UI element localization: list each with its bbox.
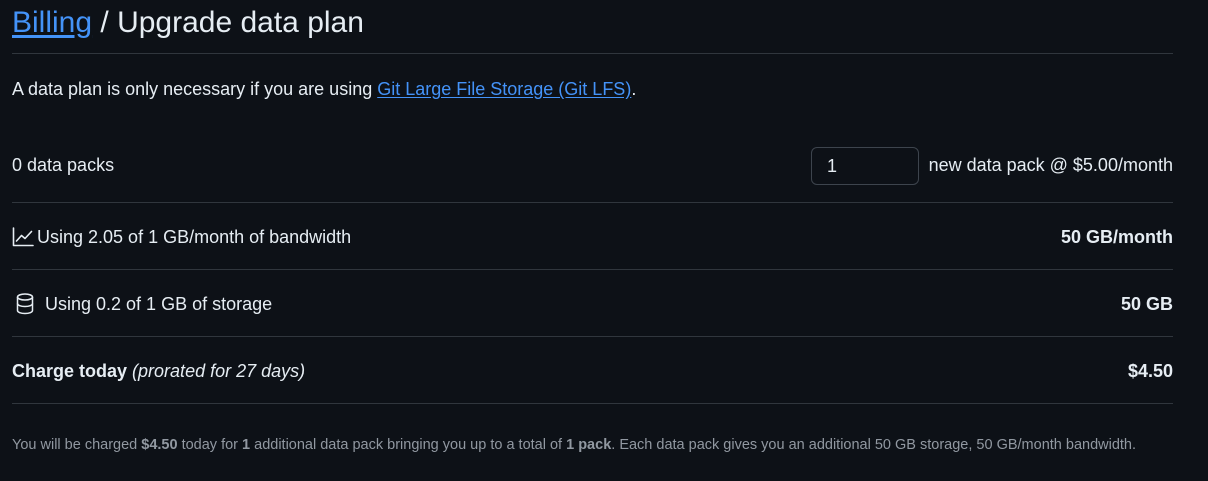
- footnote-part-1: You will be charged: [12, 437, 142, 453]
- billing-breadcrumb-link[interactable]: Billing: [12, 6, 92, 39]
- row-divider: [12, 403, 1173, 404]
- storage-usage-label: Using 0.2 of 1 GB of storage: [45, 294, 273, 314]
- intro-suffix: .: [631, 79, 637, 99]
- current-data-packs: 0 data packs: [12, 155, 115, 175]
- footnote-total: 1 pack: [566, 437, 612, 453]
- footnote-part-2: today for: [177, 437, 243, 453]
- footnote-count: 1: [242, 437, 251, 453]
- breadcrumb-separator: /: [92, 6, 118, 39]
- data-pack-quantity-input[interactable]: [811, 147, 919, 185]
- row-divider: [12, 202, 1173, 203]
- charge-summary-note: You will be charged $4.50 today for 1 ad…: [12, 436, 1136, 454]
- graph-icon: [12, 227, 34, 247]
- footnote-part-3: additional data pack bringing you up to …: [250, 437, 567, 453]
- charge-amount: $4.50: [1127, 361, 1173, 381]
- prorated-note: (prorated for 27 days): [132, 361, 306, 381]
- data-pack-price-label: new data pack @ $5.00/month: [928, 155, 1173, 175]
- upgrade-data-plan-page: Billing / Upgrade data plan A data plan …: [0, 0, 1208, 481]
- bandwidth-value: 50 GB/month: [1060, 227, 1173, 247]
- intro-text: A data plan is only necessary if you are…: [12, 78, 636, 100]
- footnote-amount: $4.50: [141, 437, 178, 453]
- charge-today: Charge today (prorated for 27 days): [12, 360, 305, 382]
- page-header: Billing / Upgrade data plan: [12, 4, 364, 42]
- footnote-part-4: . Each data pack gives you an additional…: [611, 437, 1137, 453]
- charge-today-label: Charge today: [12, 361, 128, 381]
- database-icon: [16, 293, 34, 315]
- header-divider: [12, 53, 1173, 54]
- row-divider: [12, 336, 1173, 337]
- page-title: Upgrade data plan: [117, 6, 364, 39]
- row-divider: [12, 269, 1173, 270]
- storage-value: 50 GB: [1120, 294, 1173, 314]
- bandwidth-usage-label: Using 2.05 of 1 GB/month of bandwidth: [37, 227, 352, 247]
- git-lfs-link[interactable]: Git Large File Storage (Git LFS): [377, 79, 631, 99]
- intro-label: A data plan is only necessary if you are…: [12, 79, 378, 99]
